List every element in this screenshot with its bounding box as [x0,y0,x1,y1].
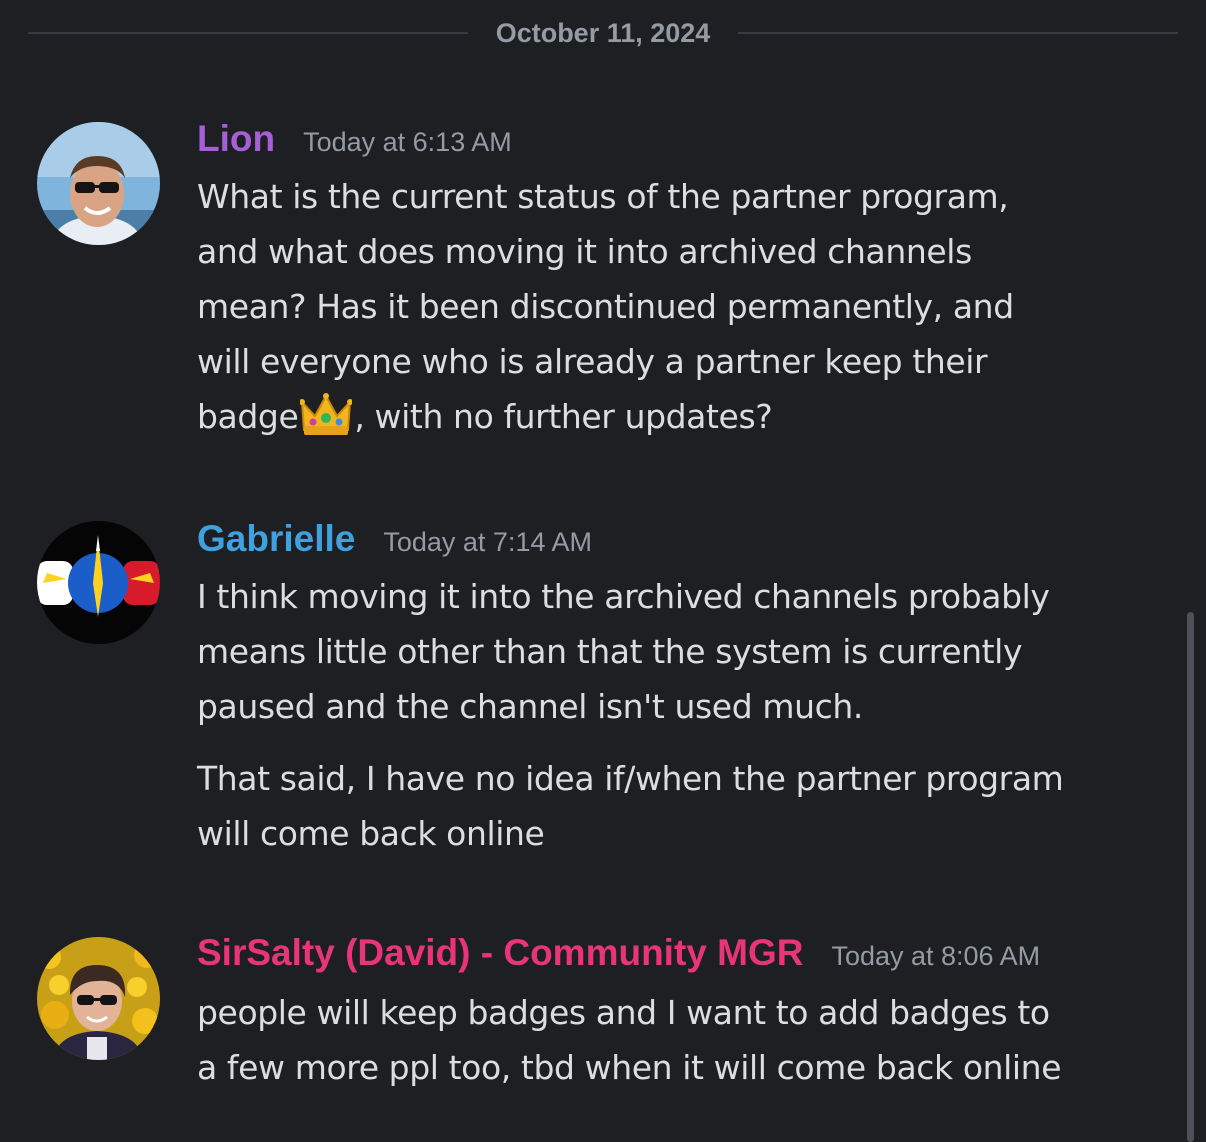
avatar-lion-image [37,122,160,245]
date-divider: October 11, 2024 [28,14,1179,52]
username-lion[interactable]: Lion [197,118,275,160]
timestamp-sirsalty[interactable]: Today at 8:06 AM [831,941,1040,972]
message-header-gabrielle: Gabrielle Today at 7:14 AM [197,518,592,560]
divider-line-right [738,32,1179,34]
timestamp-gabrielle[interactable]: Today at 7:14 AM [383,527,592,558]
message-header-sirsalty: SirSalty (David) - Community MGR Today a… [197,932,1040,974]
message-content-sirsalty: people will keep badges and I want to ad… [197,985,1167,1095]
message-text-line: will come back online [197,814,545,853]
message-text-line: will everyone who is already a partner k… [197,342,988,381]
message-text-fragment: badge [197,397,299,436]
message-text-line: and what does moving it into archived ch… [197,232,972,271]
username-sirsalty[interactable]: SirSalty (David) - Community MGR [197,932,803,974]
message-text-line: people will keep badges and I want to ad… [197,993,1050,1032]
avatar-gabrielle-image [37,521,160,644]
avatar-gabrielle[interactable] [37,521,160,644]
message-content-gabrielle-second: That said, I have no idea if/when the pa… [197,751,1167,861]
message-text-line: paused and the channel isn't used much. [197,687,863,726]
message-text-line: I think moving it into the archived chan… [197,577,1050,616]
avatar-sirsalty-image [37,937,160,1060]
message-text-line: That said, I have no idea if/when the pa… [197,759,1064,798]
message-text-fragment: , with no further updates? [354,397,773,436]
message-text-line: mean? Has it been discontinued permanent… [197,287,1014,326]
message-text-line: means little other than that the system … [197,632,1023,671]
avatar-lion[interactable] [37,122,160,245]
date-divider-label: October 11, 2024 [495,17,711,48]
message-text-line: a few more ppl too, tbd when it will com… [197,1048,1062,1087]
username-gabrielle[interactable]: Gabrielle [197,518,355,560]
crown-emoji-icon [300,393,353,435]
message-content-gabrielle: I think moving it into the archived chan… [197,569,1167,734]
avatar-sirsalty[interactable] [37,937,160,1060]
message-header-lion: Lion Today at 6:13 AM [197,118,512,160]
message-content-lion: What is the current status of the partne… [197,169,1167,444]
scrollbar-thumb[interactable] [1187,612,1194,1142]
message-text-line-with-emoji: badge , with no further updates? [197,389,1167,444]
timestamp-lion[interactable]: Today at 6:13 AM [303,127,512,158]
divider-line-left [28,32,468,34]
message-text-line: What is the current status of the partne… [197,177,1009,216]
